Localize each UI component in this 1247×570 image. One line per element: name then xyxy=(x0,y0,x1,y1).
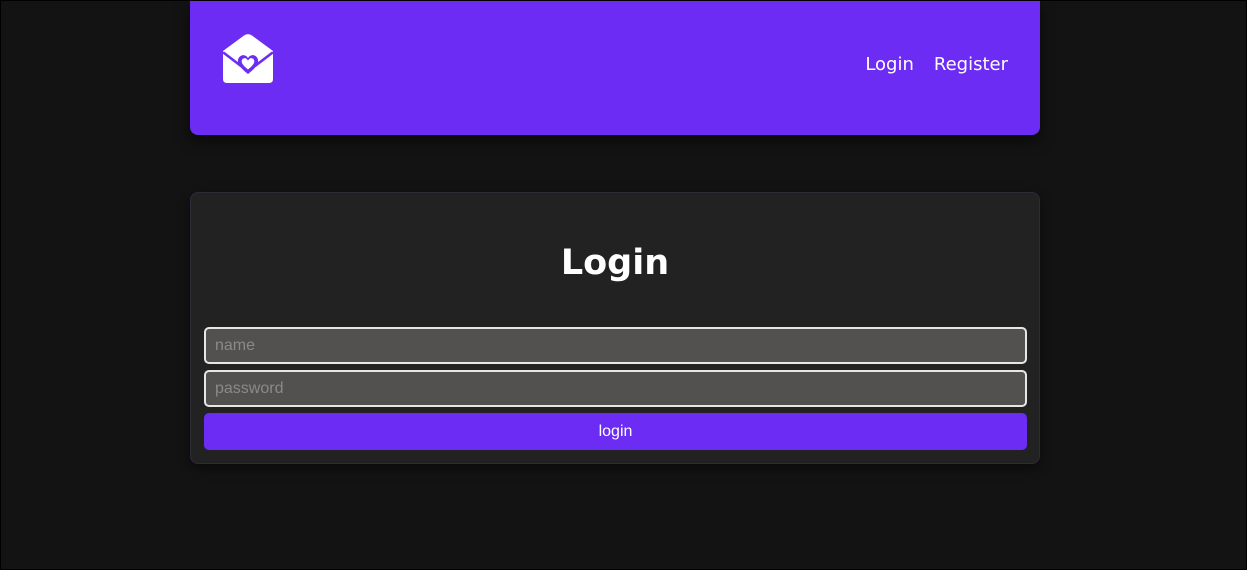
nav-login-link[interactable]: Login xyxy=(865,53,914,77)
password-input[interactable] xyxy=(204,370,1027,407)
login-card: Login login xyxy=(190,192,1040,464)
nav-register-link[interactable]: Register xyxy=(934,53,1008,77)
envelope-heart-icon[interactable] xyxy=(222,32,274,84)
header-nav: Login Register xyxy=(865,53,1008,77)
site-header: Login Register xyxy=(190,1,1040,135)
login-button[interactable]: login xyxy=(204,413,1027,450)
login-title: Login xyxy=(560,243,670,283)
name-input[interactable] xyxy=(204,327,1027,364)
